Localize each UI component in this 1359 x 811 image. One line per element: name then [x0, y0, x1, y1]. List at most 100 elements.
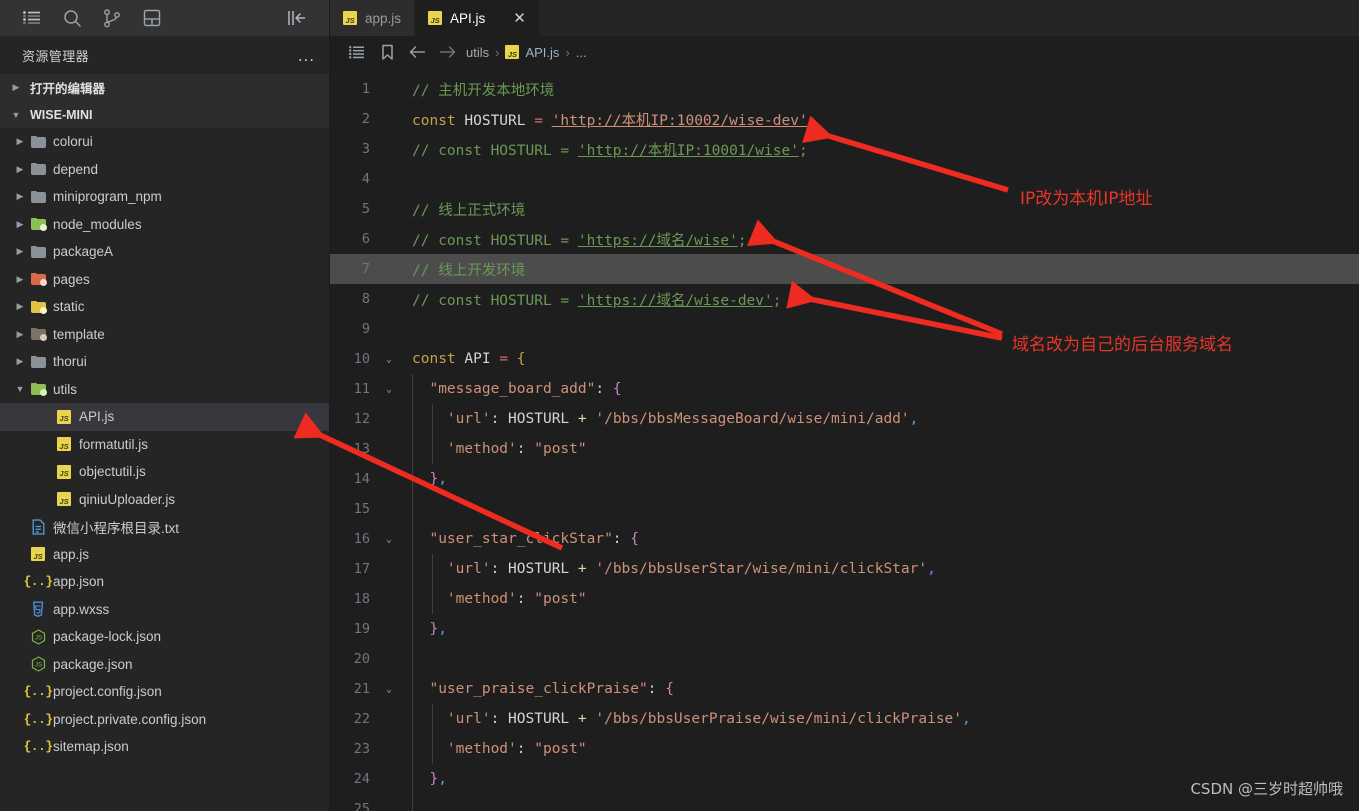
breadcrumb-ellipsis[interactable]: ...: [572, 45, 591, 60]
code-line[interactable]: 2 const HOSTURL = 'http://本机IP:10002/wise…: [330, 104, 1359, 134]
code-line[interactable]: 22 'url': HOSTURL + '/bbs/bbsUserPraise/…: [330, 704, 1359, 734]
tree-folder-row[interactable]: ▶ template: [0, 321, 329, 349]
save-layout-icon[interactable]: [132, 0, 172, 36]
code-line[interactable]: 9: [330, 314, 1359, 344]
bookmark-icon[interactable]: [372, 44, 402, 61]
tree-file-row[interactable]: JS qiniuUploader.js: [0, 486, 329, 514]
search-icon[interactable]: [52, 0, 92, 36]
project-section[interactable]: ▼ WISE-MINI: [0, 101, 329, 128]
line-number: 4: [361, 171, 370, 187]
chevron-right-icon: ▶: [16, 356, 24, 367]
tree-folder-row[interactable]: ▶ pages: [0, 266, 329, 294]
outline-icon[interactable]: [342, 45, 372, 59]
code-line[interactable]: 19 },: [330, 614, 1359, 644]
code-line-content: 'method': "post": [446, 741, 587, 757]
code-line[interactable]: 3 // const HOSTURL = 'http://本机IP:10001/w…: [330, 134, 1359, 164]
code-line-content: 'method': "post": [446, 441, 587, 457]
tab-api-js[interactable]: JS API.js ✕: [415, 0, 540, 36]
code-line[interactable]: 23 'method': "post": [330, 734, 1359, 764]
tree-file-row[interactable]: JS formatutil.js: [0, 431, 329, 459]
tree-file-row[interactable]: {..} project.private.config.json: [0, 706, 329, 734]
line-number: 1: [361, 81, 370, 97]
code-editor[interactable]: 1 // 主机开发本地环境 2 const HOSTURL = 'http://本机I…: [330, 68, 1359, 811]
code-line[interactable]: 20: [330, 644, 1359, 674]
code-line[interactable]: 21 ⌄ "user_praise_clickPraise": {: [330, 674, 1359, 704]
code-line[interactable]: 14 },: [330, 464, 1359, 494]
watermark: CSDN @三岁时超帅哦: [1190, 780, 1343, 798]
tree-folder-row[interactable]: ▶ depend: [0, 156, 329, 184]
breadcrumb-folder[interactable]: utils: [462, 45, 493, 60]
tree-file-row[interactable]: {..} project.config.json: [0, 678, 329, 706]
tree-folder-row[interactable]: ▶ miniprogram_npm: [0, 183, 329, 211]
code-line[interactable]: 6 // const HOSTURL = 'https://域名/wise';: [330, 224, 1359, 254]
tree-file-row[interactable]: {..} sitemap.json: [0, 733, 329, 761]
tree-file-row[interactable]: JS package.json: [0, 651, 329, 679]
code-line-content: 'url': HOSTURL + '/bbs/bbsMessageBoard/w…: [446, 411, 919, 427]
chevron-right-icon: ▶: [16, 191, 24, 202]
tree-file-row[interactable]: JS package-lock.json: [0, 623, 329, 651]
code-line[interactable]: 11 ⌄ "message_board_add": {: [330, 374, 1359, 404]
tree-folder-row[interactable]: ▼ utils: [0, 376, 329, 404]
navigate-forward-icon[interactable]: [432, 45, 462, 59]
tree-item-label: packageA: [53, 244, 114, 260]
tab-close-icon[interactable]: ✕: [513, 11, 526, 26]
code-line[interactable]: 15: [330, 494, 1359, 524]
line-number: 13: [353, 441, 370, 457]
navigate-back-icon[interactable]: [402, 45, 432, 59]
json-file-icon: {..}: [23, 711, 53, 727]
folder-icon: [28, 300, 48, 314]
line-number: 8: [361, 291, 370, 307]
tree-item-label: formatutil.js: [79, 436, 149, 452]
tree-folder-row[interactable]: ▶ node_modules: [0, 211, 329, 239]
code-line[interactable]: 10 ⌄ const API = {: [330, 344, 1359, 374]
line-number: 14: [353, 471, 370, 487]
line-number: 10: [353, 351, 370, 367]
tree-file-row[interactable]: 微信小程序根目录.txt: [0, 513, 329, 541]
code-line-content: // const HOSTURL = 'https://域名/wise';: [412, 232, 747, 249]
fold-toggle-icon[interactable]: ⌄: [378, 384, 400, 395]
indent-guide: [432, 554, 433, 614]
code-line[interactable]: 17 'url': HOSTURL + '/bbs/bbsUserStar/wi…: [330, 554, 1359, 584]
code-line-content: 'url': HOSTURL + '/bbs/bbsUserStar/wise/…: [446, 561, 936, 577]
open-editors-section[interactable]: ▶ 打开的编辑器: [0, 74, 329, 101]
tree-folder-row[interactable]: ▶ thorui: [0, 348, 329, 376]
tree-folder-row[interactable]: ▶ colorui: [0, 128, 329, 156]
code-line[interactable]: 7 // 线上开发环境: [330, 254, 1359, 284]
tab-app-js[interactable]: JS app.js: [330, 0, 416, 36]
code-line[interactable]: 18 'method': "post": [330, 584, 1359, 614]
fold-toggle-icon[interactable]: ⌄: [378, 354, 400, 365]
code-line[interactable]: 1 // 主机开发本地环境: [330, 74, 1359, 104]
line-number: 15: [353, 501, 370, 517]
fold-toggle-icon[interactable]: ⌄: [378, 534, 400, 545]
tree-folder-row[interactable]: ▶ static: [0, 293, 329, 321]
tree-file-row[interactable]: JS API.js: [0, 403, 329, 431]
code-line[interactable]: 5 // 线上正式环境: [330, 194, 1359, 224]
tree-file-row[interactable]: {..} app.json: [0, 568, 329, 596]
file-tree[interactable]: ▶ colorui ▶ depend ▶ miniprogram_npm ▶ node_mod…: [0, 128, 329, 811]
tree-file-row[interactable]: app.wxss: [0, 596, 329, 624]
code-line[interactable]: 8 // const HOSTURL = 'https://域名/wise-dev…: [330, 284, 1359, 314]
code-line[interactable]: 16 ⌄ "user_star_clickStar": {: [330, 524, 1359, 554]
tree-folder-row[interactable]: ▶ packageA: [0, 238, 329, 266]
js-file-icon: JS: [54, 409, 74, 424]
sidebar-header: 资源管理器 ...: [0, 36, 329, 74]
line-number: 25: [353, 801, 370, 811]
code-line-content: 'method': "post": [446, 591, 587, 607]
fold-toggle-icon[interactable]: ⌄: [378, 684, 400, 695]
tree-file-row[interactable]: JS objectutil.js: [0, 458, 329, 486]
folder-icon: [28, 163, 48, 176]
folder-icon: [28, 190, 48, 203]
code-line[interactable]: 12 'url': HOSTURL + '/bbs/bbsMessageBoar…: [330, 404, 1359, 434]
tree-item-label: thorui: [53, 354, 87, 370]
tree-item-label: package.json: [53, 656, 133, 672]
explorer-icon[interactable]: [12, 0, 52, 36]
sidebar: 资源管理器 ... ▶ 打开的编辑器 ▼ WISE-MINI ▶ colorui ▶…: [0, 0, 330, 811]
source-control-icon[interactable]: [92, 0, 132, 36]
code-line[interactable]: 4: [330, 164, 1359, 194]
breadcrumb-file[interactable]: JS API.js: [501, 45, 563, 60]
chevron-right-icon: ▶: [16, 163, 24, 174]
tree-file-row[interactable]: JS app.js: [0, 541, 329, 569]
collapse-sidebar-icon[interactable]: [277, 0, 317, 36]
sidebar-more-button[interactable]: ...: [298, 47, 315, 64]
code-line[interactable]: 13 'method': "post": [330, 434, 1359, 464]
